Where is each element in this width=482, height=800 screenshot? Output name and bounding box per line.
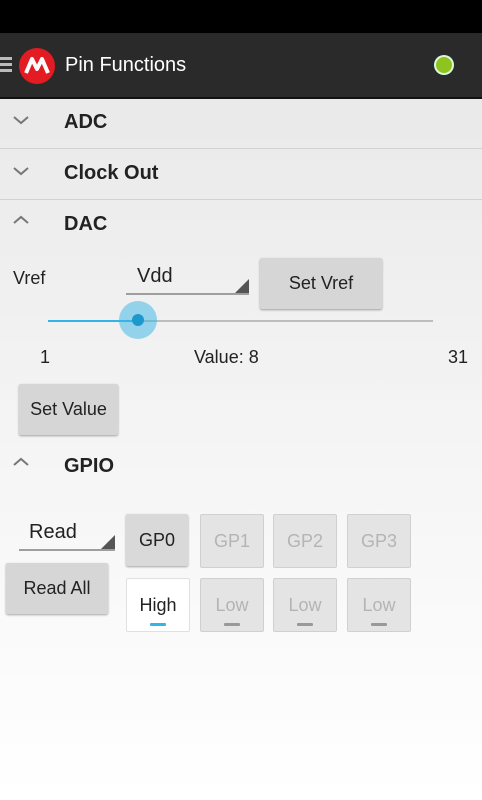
- chevron-down-icon: [13, 167, 29, 176]
- pin-state-label: Low: [362, 595, 396, 615]
- dac-value-slider[interactable]: [48, 301, 433, 339]
- section-gpio-label: GPIO: [64, 455, 115, 477]
- dropdown-triangle-icon: [235, 279, 249, 293]
- section-clock-out-header[interactable]: Clock Out: [0, 149, 482, 199]
- vref-spinner[interactable]: Vdd: [126, 258, 249, 295]
- read-all-button[interactable]: Read All: [6, 563, 108, 614]
- slider-min-label: 1: [40, 347, 51, 367]
- gpio-mode-spinner[interactable]: Read: [19, 514, 115, 551]
- pin-button-gp2[interactable]: GP2: [273, 514, 337, 568]
- pin-state-label: Low: [215, 595, 249, 615]
- slider-value-text: Value: 8: [194, 347, 259, 367]
- set-value-button[interactable]: Set Value: [19, 384, 118, 435]
- microchip-logo-icon[interactable]: [19, 48, 55, 84]
- app-title: Pin Functions: [65, 54, 187, 76]
- vref-label: Vref: [13, 268, 46, 288]
- toggle-indicator-off: [297, 623, 313, 626]
- pin-state-toggle-gp1[interactable]: Low: [200, 578, 264, 632]
- connection-status-icon: [435, 56, 453, 74]
- gpio-mode-value: Read: [29, 521, 77, 543]
- toggle-indicator-on: [150, 623, 166, 626]
- toggle-indicator-off: [371, 623, 387, 626]
- menu-icon[interactable]: [0, 57, 12, 73]
- pin-button-gp3[interactable]: GP3: [347, 514, 411, 568]
- chevron-up-icon: [13, 215, 29, 224]
- vref-spinner-value: Vdd: [137, 265, 173, 287]
- status-bar: [0, 0, 482, 33]
- pin-state-label: Low: [288, 595, 322, 615]
- section-gpio-header[interactable]: GPIO: [0, 442, 482, 492]
- pin-button-gp0[interactable]: GP0: [126, 514, 188, 566]
- pin-state-toggle-gp2[interactable]: Low: [273, 578, 337, 632]
- action-bar: Pin Functions: [0, 33, 482, 99]
- pin-state-toggle-gp0[interactable]: High: [126, 578, 190, 632]
- chevron-up-icon: [13, 457, 29, 466]
- dropdown-triangle-icon: [101, 535, 115, 549]
- pin-state-toggle-gp3[interactable]: Low: [347, 578, 411, 632]
- section-dac-header[interactable]: DAC: [0, 200, 482, 250]
- section-adc-label: ADC: [64, 111, 108, 133]
- slider-max-label: 31: [448, 347, 469, 367]
- slider-thumb-dot: [132, 314, 144, 326]
- section-dac-label: DAC: [64, 213, 108, 235]
- section-clock-out-label: Clock Out: [64, 162, 159, 184]
- section-adc-header[interactable]: ADC: [0, 98, 482, 148]
- pin-state-label: High: [139, 595, 177, 615]
- toggle-indicator-off: [224, 623, 240, 626]
- set-vref-button[interactable]: Set Vref: [260, 258, 382, 309]
- pin-button-gp1[interactable]: GP1: [200, 514, 264, 568]
- slider-thumb[interactable]: [119, 301, 157, 339]
- chevron-down-icon: [13, 116, 29, 125]
